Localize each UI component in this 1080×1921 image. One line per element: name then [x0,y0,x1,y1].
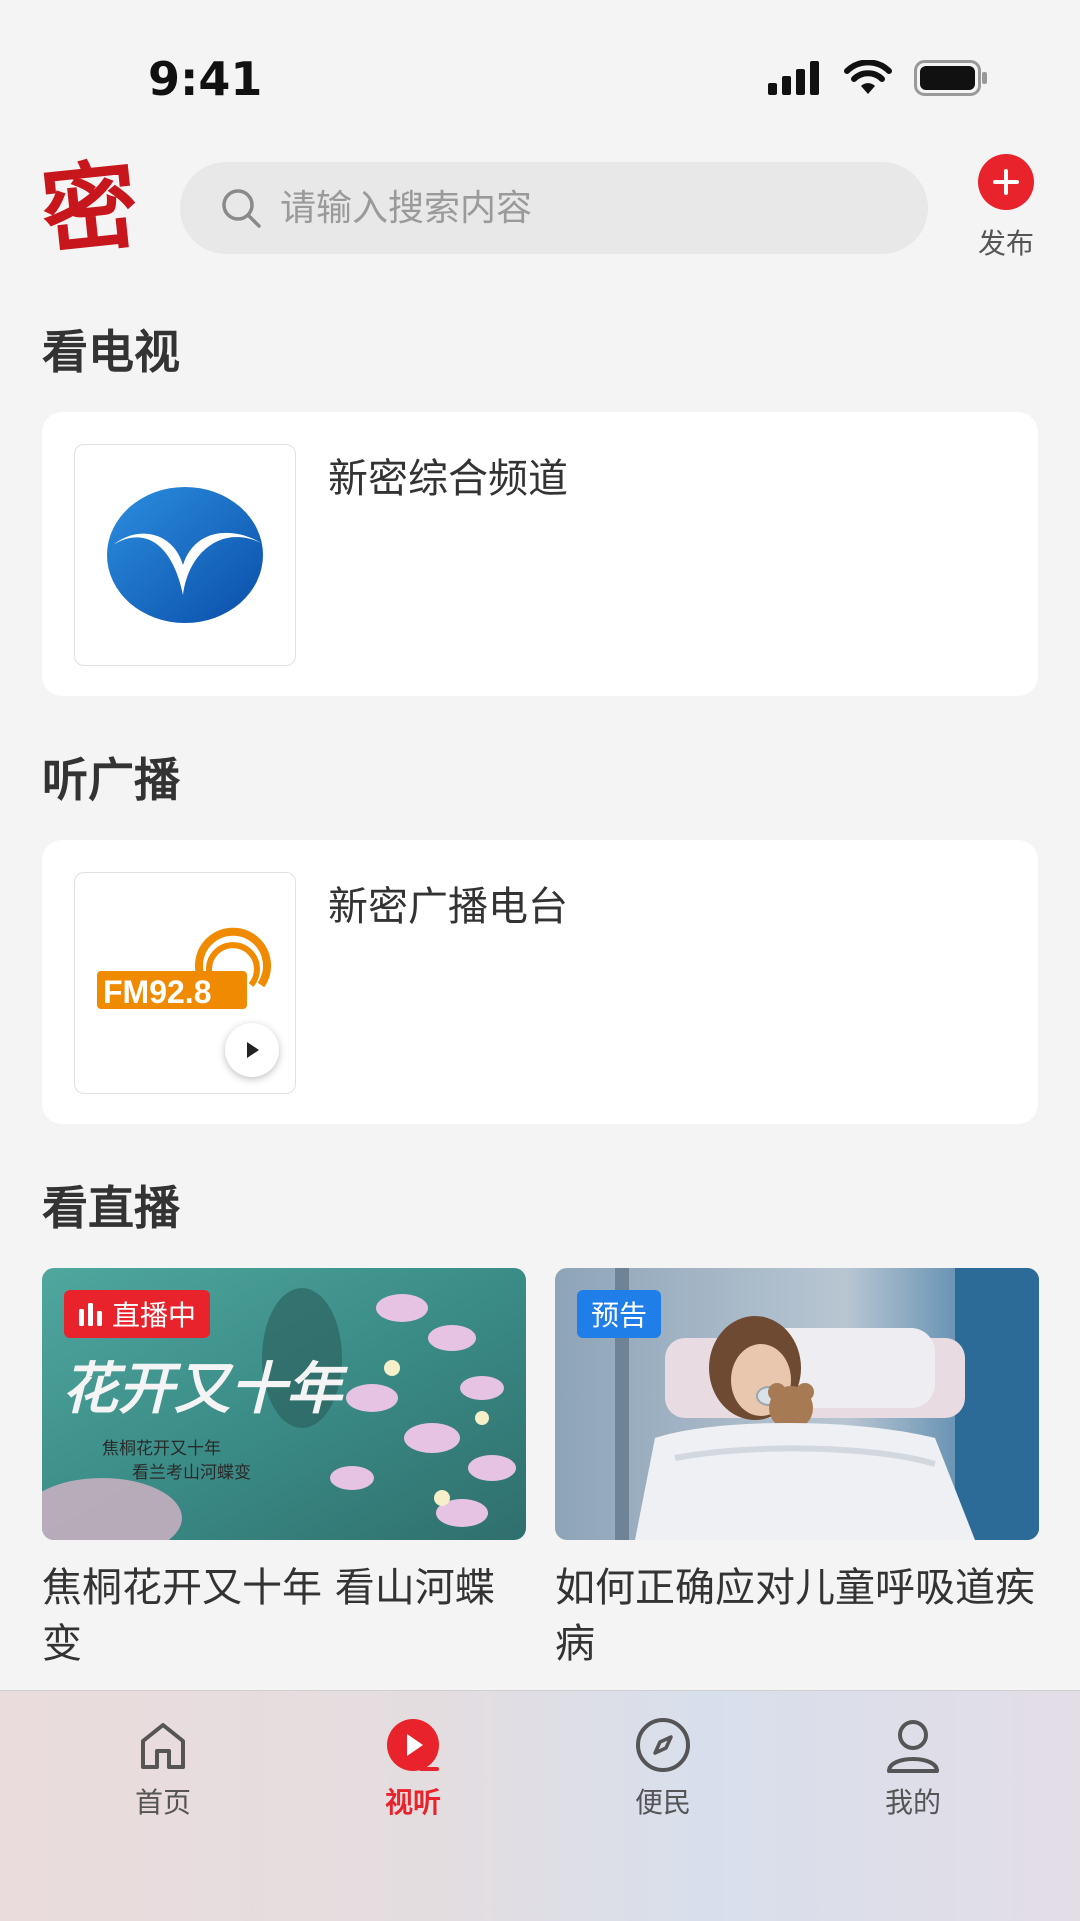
tv-station-logo-icon [107,487,263,623]
tab-mine-label: 我的 [884,1786,941,1819]
tab-audiovisual[interactable]: 视听 [338,1717,488,1821]
live-card[interactable]: 花开又十年 焦桐花开又十年 看兰考山河蝶变 直播中 焦桐花开又十年 看山河蝶变 [42,1268,526,1672]
radio-station-logo: FM92.8 [74,872,296,1094]
thumbnail-subtext-1: 焦桐花开又十年 [102,1439,221,1459]
tab-home-label: 首页 [134,1786,191,1819]
live-badge-label: 直播中 [112,1299,197,1332]
preview-badge: 预告 [577,1290,662,1338]
status-time: 9:41 [148,52,263,106]
compass-icon [636,1718,690,1772]
preview-card-thumbnail: 预告 [555,1268,1039,1540]
user-icon [887,1720,939,1773]
play-icon [247,1042,259,1058]
radio-section-title: 听广播 [42,753,180,807]
radio-station-card[interactable]: FM92.8 新密广播电台 [42,840,1038,1124]
radio-play-button[interactable] [225,1023,279,1077]
live-bars-icon [79,1303,102,1326]
plus-icon [978,154,1034,210]
search-icon [222,189,261,228]
tab-audiovisual-label: 视听 [384,1786,441,1819]
live-badge: 直播中 [64,1290,211,1338]
live-section-title: 看直播 [42,1181,180,1235]
signal-icon [768,61,819,95]
tv-channel-name: 新密综合频道 [328,456,568,502]
preview-badge-label: 预告 [591,1299,648,1332]
status-bar: 9:41 [0,0,1080,150]
live-card-thumbnail: 花开又十年 焦桐花开又十年 看兰考山河蝶变 直播中 [42,1268,526,1540]
logo-glyph: 密 [38,150,142,262]
publish-button[interactable]: 发布 [964,150,1048,262]
tv-channel-logo [74,444,296,666]
wifi-icon [844,60,892,94]
thumbnail-calligraphy: 花开又十年 [62,1356,348,1422]
bottom-tab-bar: 首页 视听 便民 我的 [0,1690,1080,1921]
tv-section-title: 看电视 [42,325,180,379]
preview-card-title: 如何正确应对儿童呼吸道疾病 [555,1565,1035,1667]
tab-mine[interactable]: 我的 [838,1717,988,1821]
tab-home[interactable]: 首页 [88,1717,238,1821]
battery-icon [914,60,987,96]
fm-logo-text: FM92.8 [103,974,211,1010]
thumbnail-subtext-2: 看兰考山河蝶变 [132,1463,251,1483]
play-circle-icon [387,1719,439,1771]
preview-card[interactable]: 预告 如何正确应对儿童呼吸道疾病 [555,1268,1039,1672]
app-logo[interactable]: 密 [36,147,143,269]
live-card-title: 焦桐花开又十年 看山河蝶变 [42,1565,495,1667]
search-bar[interactable] [180,162,928,254]
tab-services-label: 便民 [634,1786,691,1819]
radio-station-name: 新密广播电台 [328,884,568,930]
publish-label: 发布 [977,227,1034,260]
tv-channel-card[interactable]: 新密综合频道 [42,412,1038,696]
status-icons [768,60,988,96]
search-input[interactable] [278,186,882,230]
tab-services[interactable]: 便民 [588,1717,738,1821]
home-icon [141,1723,185,1769]
